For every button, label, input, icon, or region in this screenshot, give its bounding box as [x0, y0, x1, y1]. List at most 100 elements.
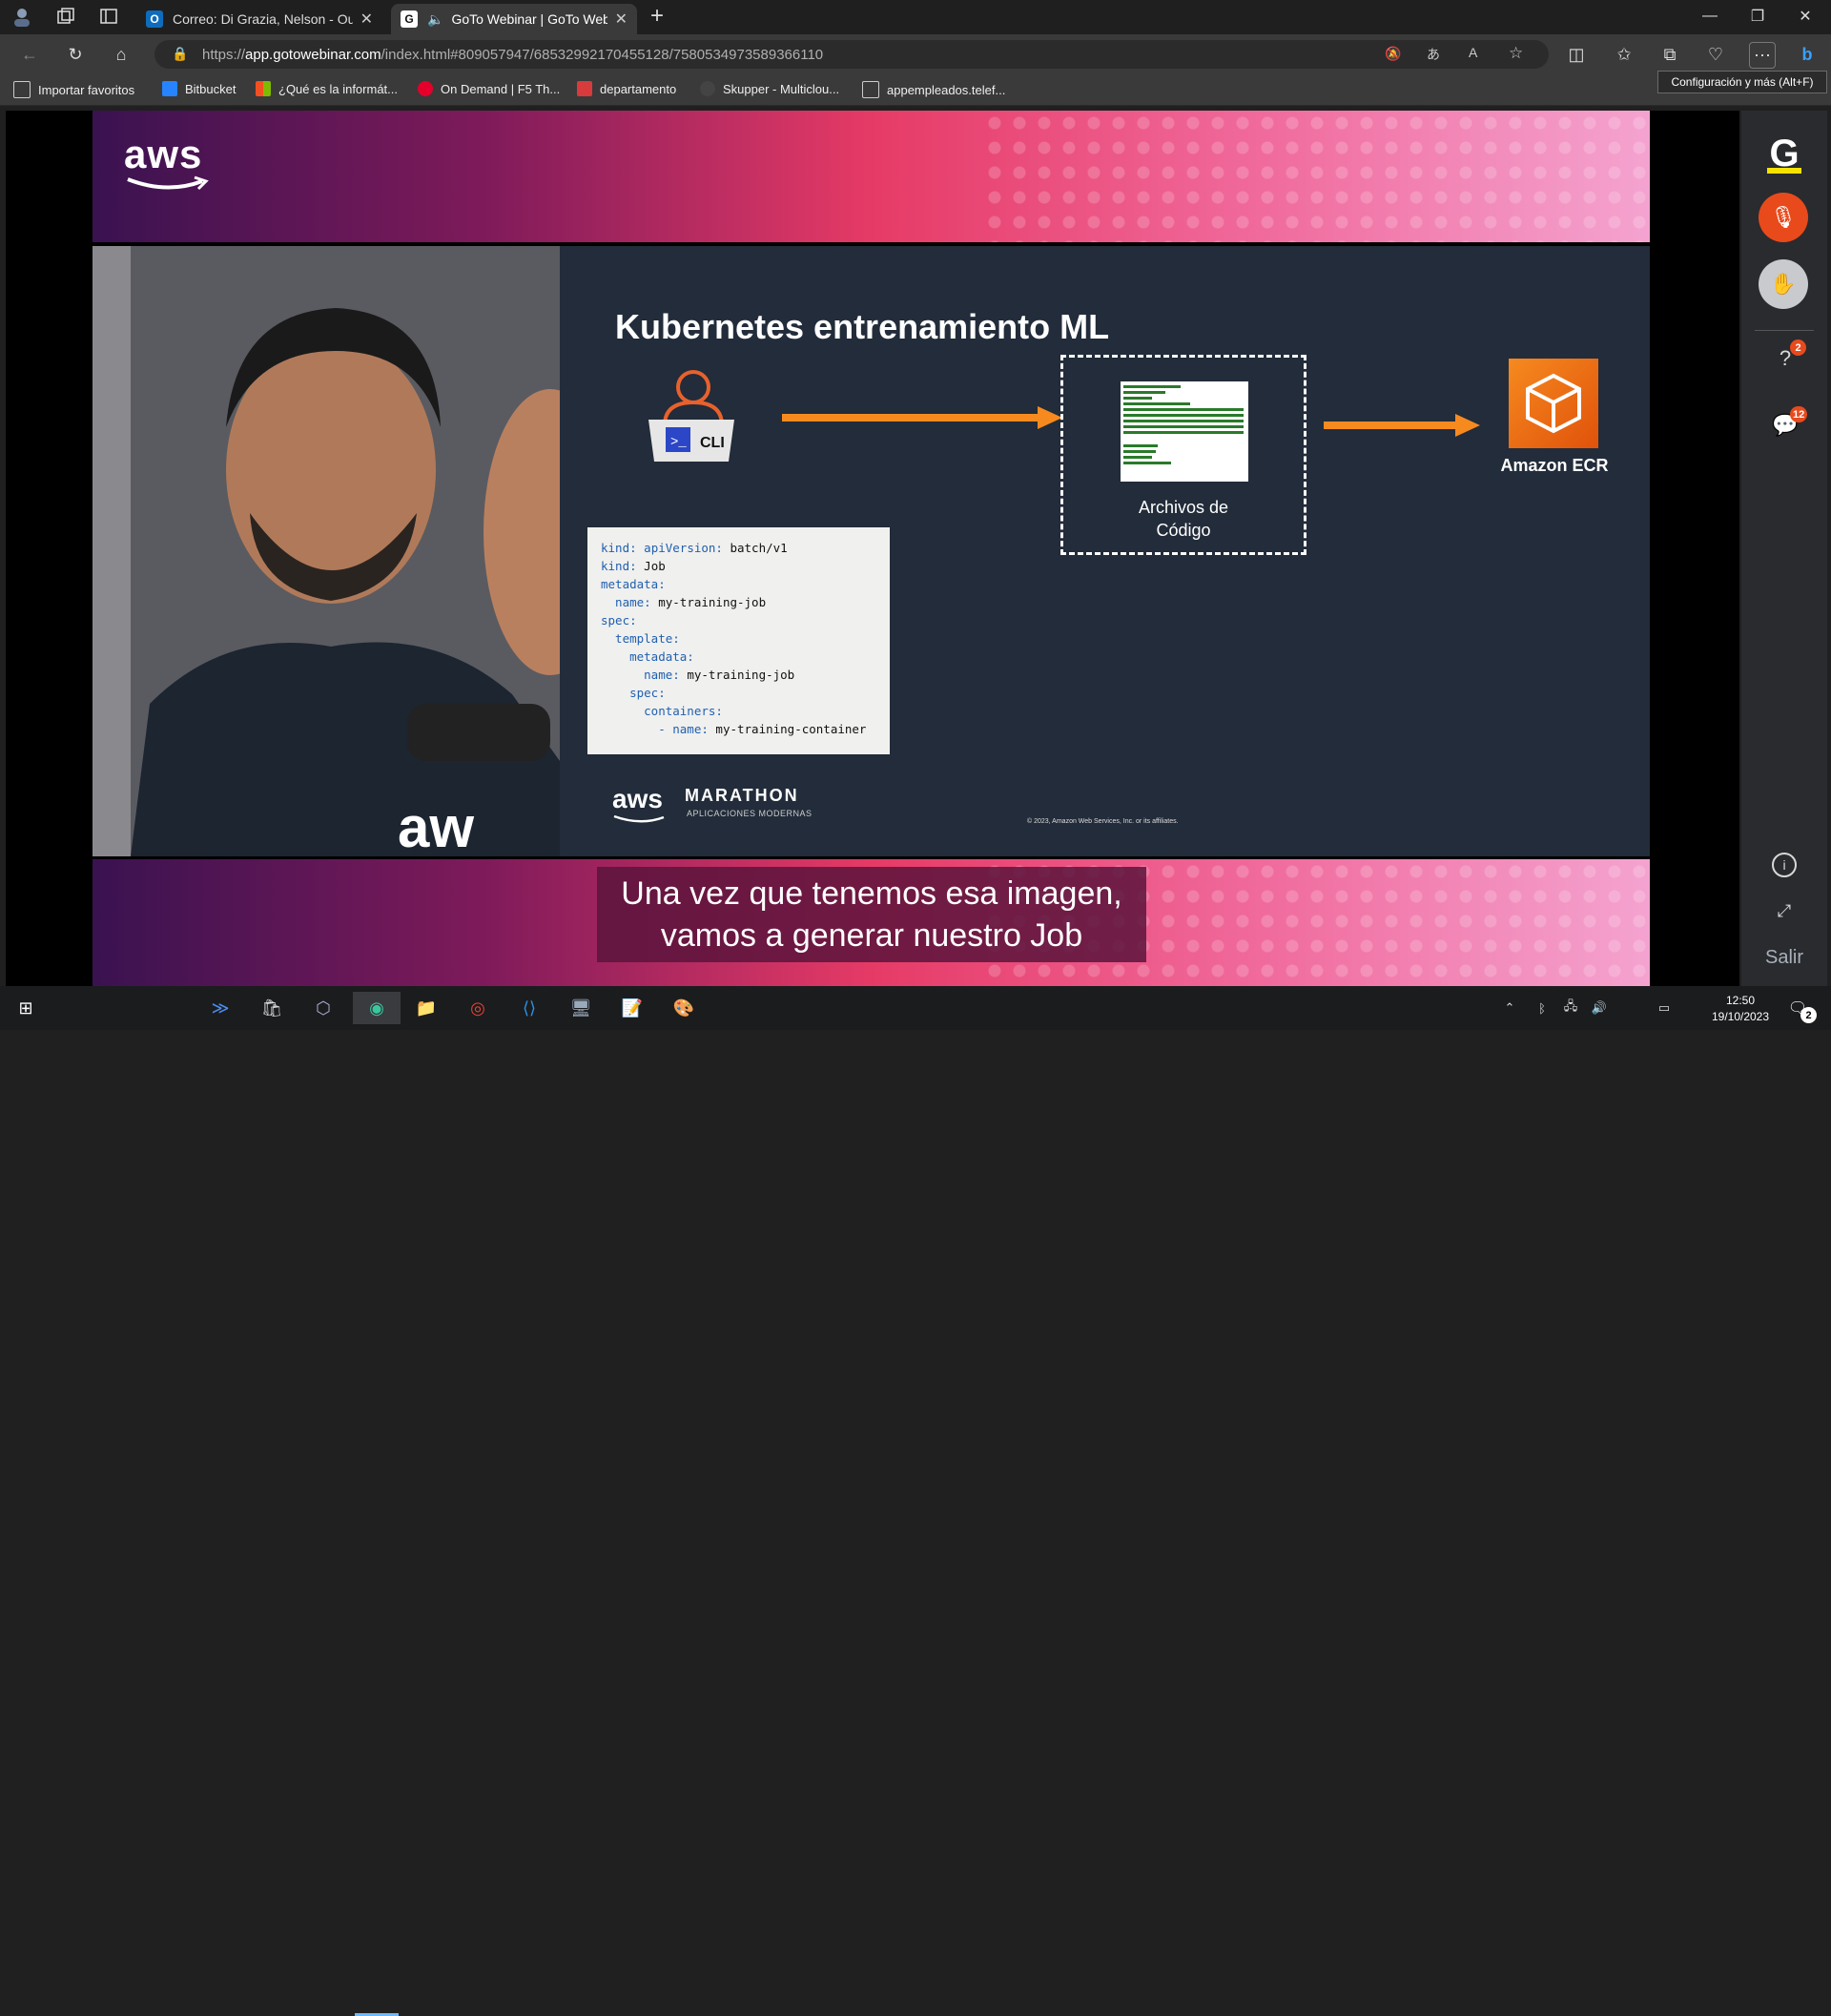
caption-line2: vamos a generar nuestro Job: [660, 917, 1083, 954]
goto-logo-bar: [1767, 168, 1801, 174]
svg-text:aw: aw: [398, 795, 474, 856]
back-icon[interactable]: ←: [17, 42, 42, 67]
caption-line1: Una vez que tenemos esa imagen,: [621, 875, 1122, 912]
tab-gotowebinar-title: GoTo Webinar | GoTo Webin: [451, 11, 607, 27]
settings-more-icon[interactable]: ⋯: [1749, 42, 1776, 69]
tab-gotowebinar[interactable]: G 🔈 GoTo Webinar | GoTo Webin ✕: [391, 4, 637, 34]
microphone-muted-icon[interactable]: 🎙: [1759, 193, 1808, 242]
volume-icon[interactable]: 🔊: [1583, 992, 1615, 1024]
url-text[interactable]: https://app.gotowebinar.com/index.html#8…: [202, 47, 823, 63]
settings-tooltip: Configuración y más (Alt+F): [1657, 71, 1827, 93]
yaml-line: - name: my-training-container: [601, 720, 876, 738]
taskbar-clock[interactable]: 12:50 19/10/2023: [1688, 993, 1793, 1025]
favorite-star-icon[interactable]: ☆: [1509, 44, 1523, 63]
pdf-icon: [577, 81, 592, 96]
bookmark-informatica[interactable]: ¿Qué es la informát...: [256, 81, 398, 96]
yaml-line: name: my-training-job: [601, 666, 876, 684]
yaml-key: metadata:: [601, 577, 666, 591]
network-icon[interactable]: 🖧: [1554, 992, 1587, 1024]
powershell-icon[interactable]: ≫: [204, 992, 237, 1024]
browser-essentials-icon[interactable]: ♡: [1703, 42, 1728, 67]
bookmark-label: Skupper - Multiclou...: [723, 81, 840, 96]
goto-side-panel: G 🎙 ✋ ? 2 💬 12 i ⤢: [1741, 111, 1827, 986]
store-icon[interactable]: 🛍: [256, 992, 288, 1024]
favorites-icon[interactable]: ✩: [1612, 42, 1636, 67]
yaml-value: batch/v1: [722, 541, 788, 555]
yaml-key: - name:: [601, 722, 709, 736]
restore-icon[interactable]: ❐: [1734, 0, 1781, 32]
bookmark-skupper[interactable]: Skupper - Multiclou...: [700, 81, 839, 96]
yaml-line: containers:: [601, 702, 876, 720]
presenter-video: aw: [93, 246, 560, 856]
yaml-line: spec:: [601, 684, 876, 702]
browser-tab-bar: O Correo: Di Grazia, Nelson - Outlo ✕ G …: [0, 0, 1831, 34]
fullscreen-icon[interactable]: ⤢: [1772, 898, 1797, 923]
rdp-icon[interactable]: 🖥: [565, 992, 597, 1024]
yaml-key: template:: [601, 631, 680, 646]
workspaces-icon[interactable]: [53, 4, 78, 29]
chrome-icon[interactable]: ◎: [462, 992, 494, 1024]
microsoft-icon: [256, 81, 271, 96]
bookmark-f5[interactable]: On Demand | F5 Th...: [418, 81, 560, 96]
yaml-line: spec:: [601, 611, 876, 629]
yaml-value: Job: [636, 559, 666, 573]
browser-toolbar: ← ↻ ⌂ 🔒 https://app.gotowebinar.com/inde…: [0, 34, 1831, 72]
clock-date: 19/10/2023: [1711, 1010, 1770, 1023]
raise-hand-icon[interactable]: ✋: [1759, 259, 1808, 309]
close-tab-icon[interactable]: ✕: [615, 10, 627, 29]
close-tab-icon[interactable]: ✕: [360, 10, 373, 29]
svg-text:>_: >_: [670, 435, 687, 450]
aws-smile-icon: [127, 175, 209, 191]
refresh-icon[interactable]: ↻: [63, 42, 88, 67]
yaml-key: name:: [601, 668, 680, 682]
bookmark-bitbucket[interactable]: Bitbucket: [162, 81, 236, 96]
split-screen-icon[interactable]: ◫: [1564, 42, 1589, 67]
bluetooth-icon[interactable]: ᛒ: [1526, 992, 1558, 1024]
marathon-title: MARATHON: [685, 786, 799, 805]
read-aloud-icon[interactable]: A: [1469, 45, 1477, 60]
bookmark-label: Bitbucket: [185, 81, 237, 96]
amazon-ecr-label: Amazon ECR: [1500, 456, 1609, 475]
bookmark-import[interactable]: Importar favoritos: [13, 81, 134, 98]
notepad-icon[interactable]: 📝: [616, 992, 648, 1024]
bitbucket-icon: [162, 81, 177, 96]
bookmark-appempleados[interactable]: appempleados.telef...: [862, 81, 1005, 98]
speaker-icon[interactable]: 🔈: [427, 11, 443, 28]
lock-icon[interactable]: 🔒: [172, 46, 188, 62]
bookmark-departamento[interactable]: departamento: [577, 81, 676, 96]
minimize-icon[interactable]: —: [1686, 0, 1734, 32]
virtualbox-icon[interactable]: ⬡: [307, 992, 339, 1024]
close-window-icon[interactable]: ✕: [1781, 0, 1829, 32]
edge-icon[interactable]: ◉: [353, 992, 401, 1024]
windows-start-icon[interactable]: ⊞: [10, 992, 42, 1024]
info-icon[interactable]: i: [1772, 853, 1797, 877]
translate-icon[interactable]: あ: [1427, 45, 1440, 64]
battery-icon[interactable]: ▭: [1648, 992, 1680, 1024]
new-tab-icon[interactable]: +: [645, 3, 669, 29]
cli-user-icon: >_: [648, 370, 734, 462]
profile-avatar-icon[interactable]: [10, 4, 34, 29]
paint-icon[interactable]: 🎨: [668, 992, 700, 1024]
collections-icon[interactable]: ⧉: [1657, 42, 1682, 67]
aws-logo: aws: [124, 132, 203, 176]
exit-button[interactable]: Salir: [1741, 947, 1827, 969]
file-explorer-icon[interactable]: 📁: [410, 992, 442, 1024]
panel-divider: [1755, 330, 1814, 331]
aws-smile-small-icon: [613, 814, 665, 823]
home-icon[interactable]: ⌂: [109, 42, 134, 67]
address-bar[interactable]: 🔒 https://app.gotowebinar.com/index.html…: [154, 40, 1549, 69]
clock-time: 12:50: [1725, 994, 1756, 1007]
notifications-blocked-icon[interactable]: 🔕: [1385, 46, 1401, 62]
yaml-key: metadata:: [601, 649, 694, 664]
bing-copilot-icon[interactable]: b: [1795, 42, 1820, 67]
yaml-key: kind:: [601, 559, 637, 573]
yaml-line: template:: [601, 629, 876, 648]
tab-outlook-title: Correo: Di Grazia, Nelson - Outlo: [173, 11, 353, 27]
code-label-line1: Archivos de: [1138, 498, 1229, 517]
tray-icons[interactable]: ⌃: [1493, 992, 1526, 1024]
code-file-thumbnail: [1121, 381, 1248, 482]
vertical-tabs-icon[interactable]: [96, 4, 121, 29]
vscode-icon[interactable]: ⟨⟩: [513, 992, 545, 1024]
tab-outlook[interactable]: O Correo: Di Grazia, Nelson - Outlo ✕: [136, 4, 382, 34]
bookmark-label: departamento: [600, 81, 677, 96]
